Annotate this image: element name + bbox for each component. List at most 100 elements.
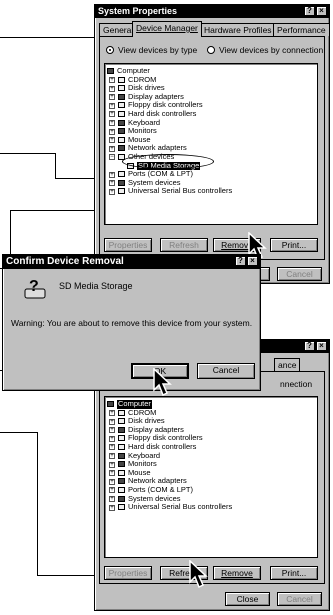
- radio-by-type-label: View devices by type: [118, 45, 198, 55]
- close-button-2[interactable]: ×: [316, 341, 327, 351]
- monitor-icon: [118, 128, 125, 135]
- mouse-icon: [118, 469, 125, 476]
- expand-icon: +: [109, 435, 115, 442]
- properties-button[interactable]: Properties: [104, 238, 152, 252]
- radio-by-connection-2[interactable]: nnection: [280, 379, 312, 389]
- display-icon: [118, 93, 125, 100]
- disk-icon: [118, 418, 125, 425]
- expand-icon: +: [109, 410, 115, 417]
- radio-on-icon: [106, 46, 114, 54]
- radio-by-connection-label: View devices by connection: [219, 45, 324, 55]
- expand-icon: +: [109, 496, 115, 503]
- network-icon: [118, 478, 125, 485]
- dialog-close-button[interactable]: ×: [247, 256, 258, 266]
- radio-label-2: nnection: [280, 379, 313, 389]
- tab-panel-2: nnection Computer + CDROM + Disk drives + D…: [99, 371, 325, 584]
- device-tree[interactable]: Computer + CDROM + Disk drives + Display ad…: [104, 63, 318, 225]
- pointer-icon-3: [153, 368, 172, 397]
- floppy-icon: [118, 102, 125, 109]
- dialog-titlebar: Confirm Device Removal ? ×: [3, 255, 260, 269]
- cdrom-icon: [118, 409, 125, 416]
- port-icon: [118, 486, 125, 493]
- computer-icon: [107, 68, 114, 74]
- callout-line-5: [0, 432, 37, 433]
- expand-icon: +: [109, 102, 115, 109]
- tab-performance-2[interactable]: ance: [274, 358, 301, 371]
- tab-panel: View devices by type View devices by con…: [99, 36, 325, 260]
- expand-icon: +: [109, 145, 115, 152]
- close-button[interactable]: ×: [316, 6, 327, 16]
- expand-icon: +: [109, 427, 115, 434]
- tab-device-manager[interactable]: Device Manager: [132, 21, 202, 37]
- dialog-help-button[interactable]: ?: [235, 256, 246, 266]
- system-properties-window: System Properties ? × General Device Man…: [94, 4, 330, 284]
- tree-item[interactable]: + Universal Serial Bus controllers: [105, 503, 317, 512]
- tab-strip: General Device Manager Hardware Profiles…: [99, 21, 330, 37]
- help-button[interactable]: ?: [304, 6, 315, 16]
- tree-label: Universal Serial Bus controllers: [128, 502, 233, 512]
- cdrom-icon: [118, 76, 125, 83]
- network-icon: [118, 145, 125, 152]
- hdd-icon: [118, 443, 125, 450]
- question-device-icon: ?: [24, 278, 46, 299]
- expand-icon: +: [109, 171, 115, 178]
- print-button-2[interactable]: Print...: [270, 566, 318, 580]
- usb-icon: [118, 188, 125, 195]
- callout-line-2: [0, 153, 55, 154]
- expand-icon: +: [109, 128, 115, 135]
- confirm-device-removal-dialog: Confirm Device Removal ? × ? SD Media St…: [2, 254, 261, 391]
- collapse-icon: −: [109, 154, 115, 161]
- expand-icon: +: [109, 504, 115, 511]
- expand-icon: +: [109, 180, 115, 187]
- expand-icon: +: [109, 444, 115, 451]
- refresh-button[interactable]: Refresh: [160, 238, 208, 252]
- callout-line-2b: [55, 153, 56, 178]
- mouse-icon: [118, 136, 125, 143]
- keyboard-icon: [118, 119, 125, 126]
- pointer-icon-2: [189, 560, 208, 589]
- device-name: SD Media Storage: [59, 281, 133, 291]
- expand-icon: +: [109, 85, 115, 92]
- expand-icon: +: [109, 478, 115, 485]
- svg-text:?: ?: [29, 278, 39, 295]
- callout-line-5b: [37, 432, 38, 575]
- tab-performance[interactable]: Performance: [273, 23, 330, 36]
- monitor-icon: [118, 461, 125, 468]
- system-icon: [118, 179, 125, 186]
- system-icon: [118, 495, 125, 502]
- warning-text: Warning: You are about to remove this de…: [11, 318, 253, 328]
- tree-item[interactable]: + Universal Serial Bus controllers: [105, 187, 317, 196]
- expand-icon: +: [109, 453, 115, 460]
- expand-icon: +: [109, 137, 115, 144]
- device-tree-2[interactable]: Computer + CDROM + Disk drives + Display ad…: [104, 396, 318, 558]
- cancel-button[interactable]: Cancel: [277, 267, 322, 281]
- expand-icon: +: [109, 120, 115, 127]
- properties-button-2[interactable]: Properties: [104, 566, 152, 580]
- usb-icon: [118, 504, 125, 511]
- close-window-button[interactable]: Close: [225, 592, 270, 606]
- cancel-button-2[interactable]: Cancel: [277, 592, 322, 606]
- highlight-oval: [122, 154, 214, 169]
- expand-icon: +: [109, 470, 115, 477]
- floppy-icon: [118, 435, 125, 442]
- tree-label: Universal Serial Bus controllers: [128, 186, 233, 196]
- titlebar: System Properties ? ×: [95, 5, 329, 18]
- radio-by-connection[interactable]: View devices by connection: [207, 45, 323, 55]
- help-button-2[interactable]: ?: [304, 341, 315, 351]
- display-icon: [118, 426, 125, 433]
- dialog-cancel-button[interactable]: Cancel: [197, 363, 255, 379]
- hdd-icon: [118, 110, 125, 117]
- disk-icon: [118, 85, 125, 92]
- expand-icon: +: [109, 461, 115, 468]
- tab-hardware-profiles[interactable]: Hardware Profiles: [200, 23, 276, 36]
- keyboard-icon: [118, 452, 125, 459]
- remove-button-2[interactable]: Remove: [213, 566, 261, 580]
- computer-icon: [107, 401, 114, 407]
- radio-by-type[interactable]: View devices by type: [106, 45, 197, 55]
- radio-off-icon: [207, 46, 215, 54]
- expand-icon: +: [109, 111, 115, 118]
- window-title: System Properties: [98, 6, 178, 16]
- expand-icon: +: [109, 188, 115, 195]
- expand-icon: +: [109, 418, 115, 425]
- print-button[interactable]: Print...: [270, 238, 318, 252]
